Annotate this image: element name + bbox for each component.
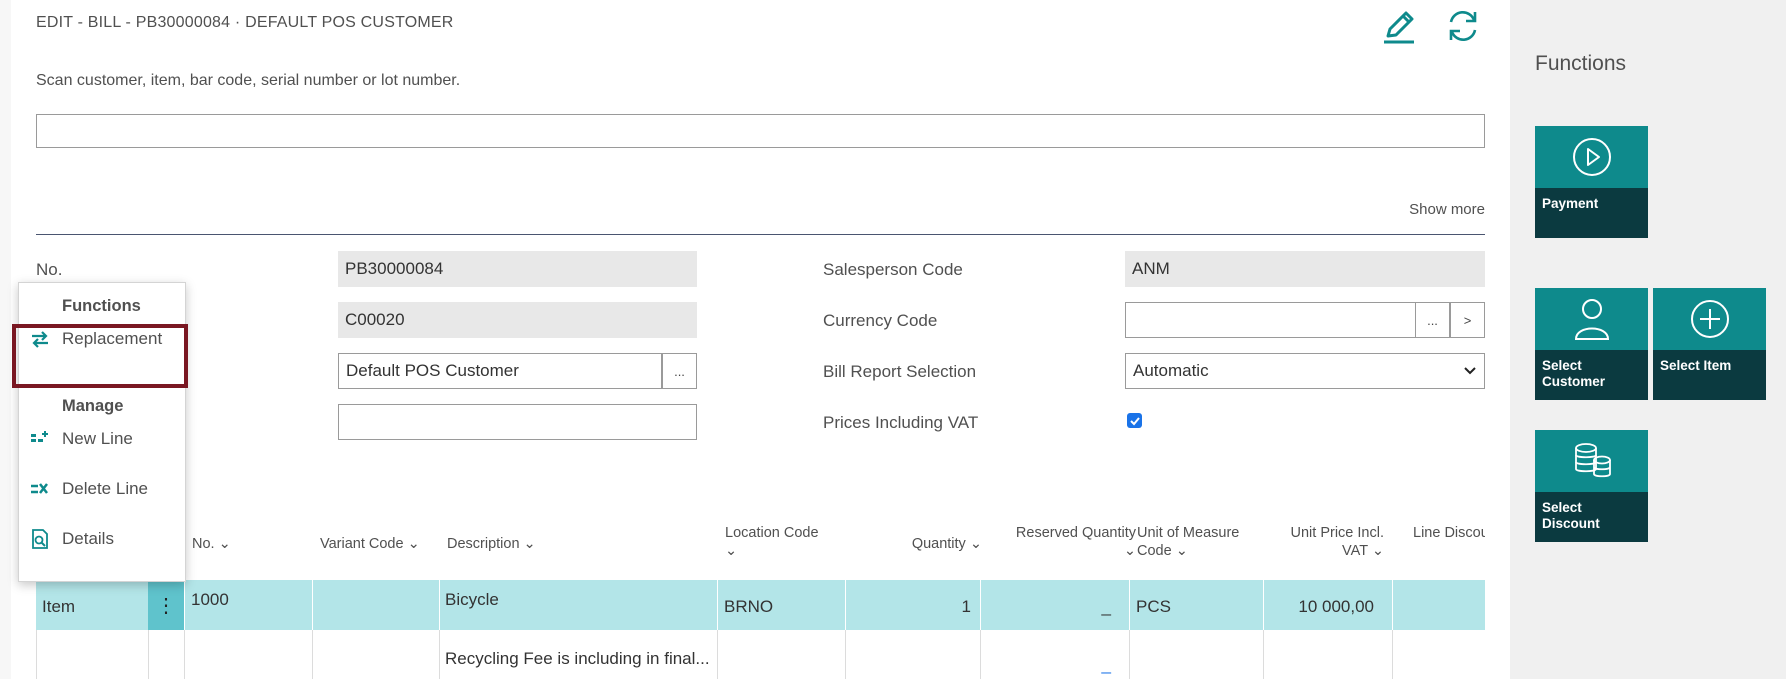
col-separator xyxy=(36,630,37,679)
col-header-no[interactable]: No. ⌄ xyxy=(192,535,231,553)
menu-item-delete-line[interactable]: Delete Line xyxy=(19,471,185,507)
row-quantity[interactable]: 1 xyxy=(896,597,971,617)
no-label: No. xyxy=(36,260,63,279)
row-uom[interactable]: PCS xyxy=(1136,597,1171,617)
col-separator xyxy=(980,580,981,630)
col-separator xyxy=(312,580,313,630)
select-customer-tile[interactable]: Select Customer xyxy=(1535,288,1648,400)
bill-report-select[interactable]: Automatic xyxy=(1125,353,1485,389)
row-type[interactable]: Item xyxy=(42,597,75,617)
col-header-reserved[interactable]: Reserved Quantity ⌄ xyxy=(996,524,1136,560)
prices-vat-checkbox[interactable] xyxy=(1127,413,1142,428)
refresh-icon[interactable] xyxy=(1441,4,1485,48)
menu-item-new-line[interactable]: New Line xyxy=(19,421,185,457)
col-separator xyxy=(845,580,846,630)
col-separator xyxy=(717,580,718,630)
bill-report-value: Automatic xyxy=(1133,361,1209,380)
col-separator xyxy=(845,630,846,679)
row-description[interactable]: Bicycle xyxy=(445,590,499,610)
col-separator xyxy=(717,630,718,679)
payment-tile[interactable]: Payment xyxy=(1535,126,1648,238)
row-description[interactable]: Recycling Fee is including in final... xyxy=(445,649,713,669)
row-location[interactable]: BRNO xyxy=(724,597,773,617)
coins-icon xyxy=(1574,443,1611,478)
scan-input[interactable] xyxy=(36,114,1485,148)
scan-label: Scan customer, item, bar code, serial nu… xyxy=(36,72,461,89)
col-header-line-discount[interactable]: Line Discou xyxy=(1413,524,1485,542)
col-header-quantity[interactable]: Quantity ⌄ xyxy=(896,535,982,553)
play-icon xyxy=(1572,138,1611,176)
col-separator xyxy=(184,580,185,630)
col-header-description[interactable]: Description ⌄ xyxy=(447,535,536,553)
currency-next-button[interactable]: > xyxy=(1450,302,1485,338)
menu-heading-manage: Manage xyxy=(62,397,124,415)
col-separator xyxy=(439,580,440,630)
delete-line-icon xyxy=(29,478,51,500)
row-no[interactable]: 1000 xyxy=(191,590,229,610)
select-discount-tile-label: Select Discount xyxy=(1535,492,1648,542)
menu-item-details[interactable]: Details xyxy=(19,521,185,557)
no-field: PB30000084 xyxy=(338,251,697,287)
select-customer-tile-label: Select Customer xyxy=(1535,350,1648,400)
show-more-link[interactable]: Show more xyxy=(1311,201,1485,218)
checkmark-icon xyxy=(1129,416,1140,425)
col-separator xyxy=(1263,630,1264,679)
col-separator xyxy=(184,630,185,679)
section-divider xyxy=(36,234,1485,235)
left-margin xyxy=(0,0,11,679)
col-separator xyxy=(1129,630,1130,679)
select-item-tile-label: Select Item xyxy=(1653,350,1766,400)
details-icon xyxy=(29,528,51,550)
person-icon xyxy=(1574,299,1609,340)
col-separator xyxy=(980,630,981,679)
prices-vat-label: Prices Including VAT xyxy=(823,413,979,432)
currency-label: Currency Code xyxy=(823,311,938,330)
payment-tile-label: Payment xyxy=(1535,188,1648,238)
row-reserved[interactable]: _ xyxy=(1011,597,1111,617)
pencil-icon[interactable] xyxy=(1376,4,1420,48)
extra-field[interactable] xyxy=(338,404,697,440)
col-separator xyxy=(1129,580,1130,630)
col-separator xyxy=(1392,580,1393,630)
menu-heading-functions: Functions xyxy=(62,297,141,315)
main-content: EDIT - BILL - PB30000084 · DEFAULT POS C… xyxy=(11,0,1510,679)
col-header-location[interactable]: Location Code ⌄ xyxy=(725,524,819,560)
customer-name-field[interactable]: Default POS Customer xyxy=(338,353,662,389)
chevron-down-icon xyxy=(1463,361,1477,381)
col-separator xyxy=(1263,580,1264,630)
col-header-uom[interactable]: Unit of Measure Code ⌄ xyxy=(1137,524,1239,560)
col-header-unit-price[interactable]: Unit Price Incl. VAT ⌄ xyxy=(1257,524,1384,560)
replacement-highlight xyxy=(12,324,188,388)
page-title: EDIT - BILL - PB30000084 · DEFAULT POS C… xyxy=(36,14,454,31)
functions-title: Functions xyxy=(1535,52,1627,75)
col-separator xyxy=(1392,630,1393,679)
salesperson-label: Salesperson Code xyxy=(823,260,963,279)
plus-circle-icon xyxy=(1690,300,1729,338)
col-header-variant[interactable]: Variant Code ⌄ xyxy=(320,535,420,553)
col-separator xyxy=(439,630,440,679)
row-unit-price[interactable]: 10 000,00 xyxy=(1271,597,1374,617)
salesperson-field: ANM xyxy=(1125,251,1485,287)
row-reserved[interactable]: _ xyxy=(1011,655,1111,675)
customer-no-field: C00020 xyxy=(338,302,697,338)
select-discount-tile[interactable]: Select Discount xyxy=(1535,430,1648,542)
select-item-tile[interactable]: Select Item xyxy=(1653,288,1766,400)
currency-lookup-button[interactable]: ... xyxy=(1415,302,1450,338)
row-actions-button[interactable]: ⋮ xyxy=(148,580,184,630)
currency-field[interactable] xyxy=(1125,302,1416,338)
bill-report-label: Bill Report Selection xyxy=(823,362,977,381)
col-separator xyxy=(312,630,313,679)
col-separator xyxy=(148,630,149,679)
customer-lookup-button[interactable]: ... xyxy=(662,353,697,389)
new-line-icon xyxy=(29,428,51,450)
